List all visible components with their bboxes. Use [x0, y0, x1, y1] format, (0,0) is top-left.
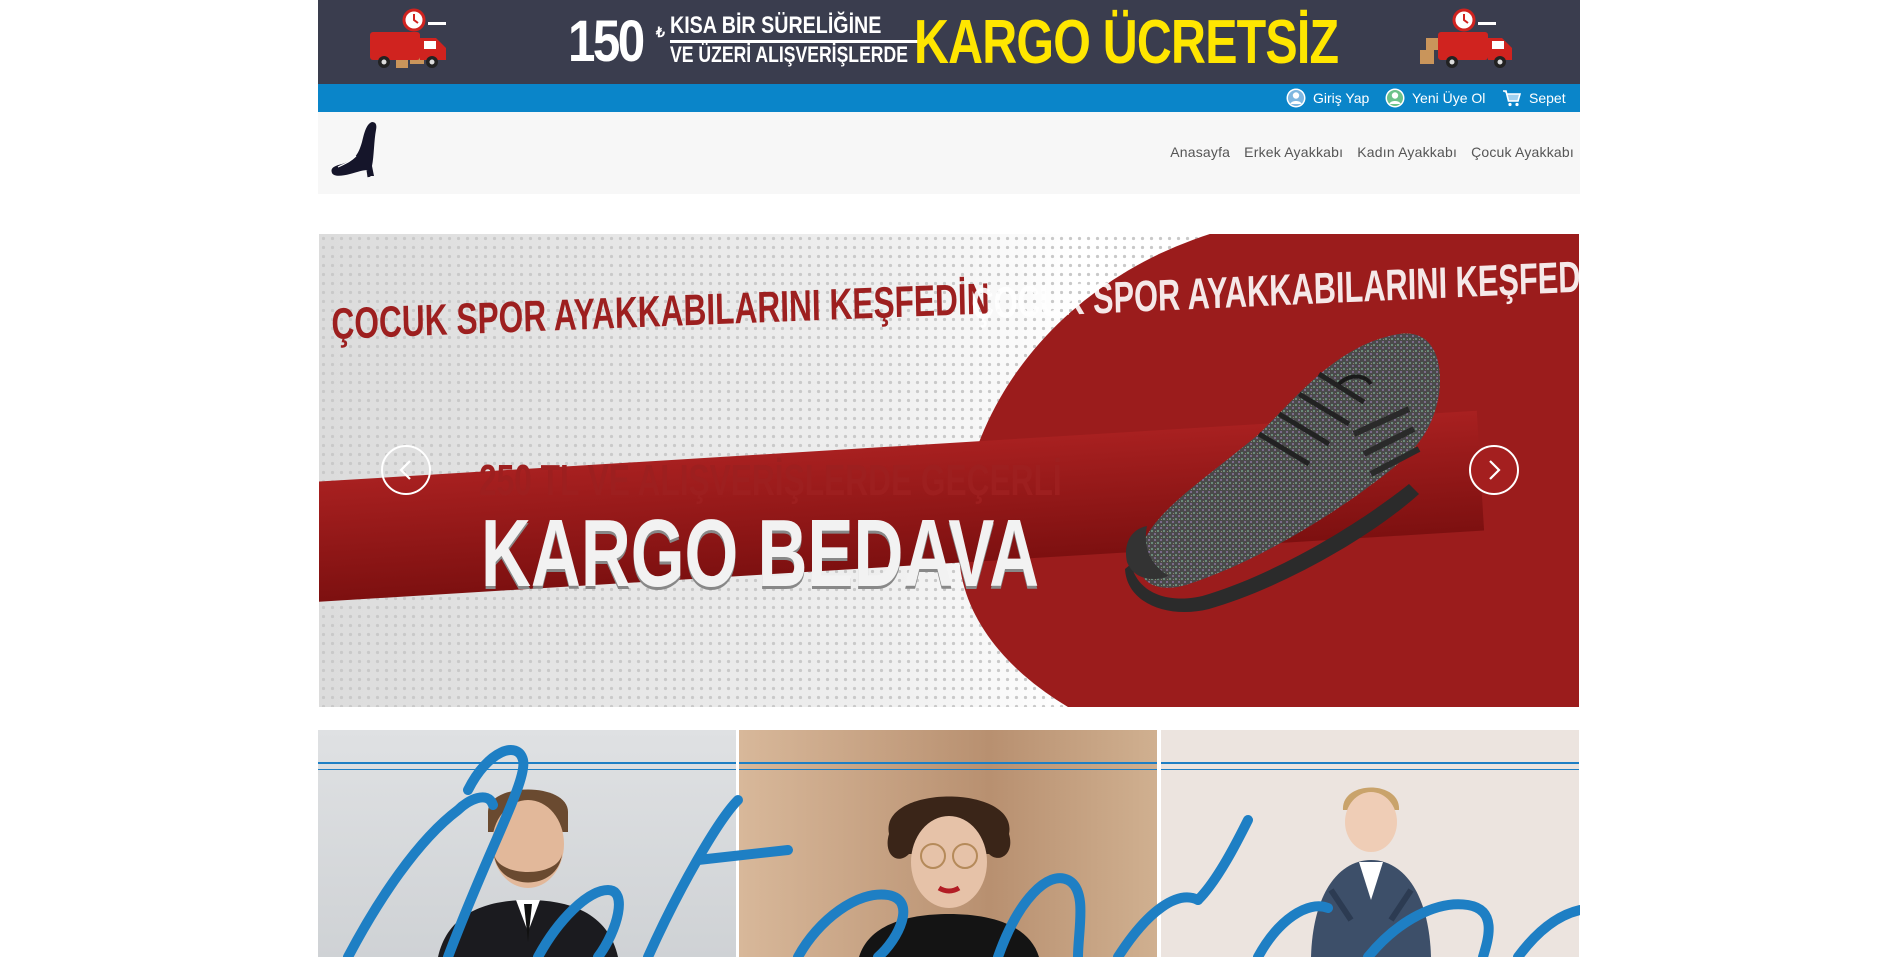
nav-home[interactable]: Anasayfa	[1170, 144, 1230, 160]
woman-photo	[859, 796, 1039, 957]
hero-subline: 250 TL VE ALIŞVERİŞLERDE GEÇERLİ	[479, 456, 1062, 505]
register-link[interactable]: Yeni Üye Ol	[1385, 88, 1485, 108]
promo-line1: KISA BİR SÜRELİĞİNE	[670, 12, 882, 39]
user-add-icon	[1385, 88, 1405, 108]
category-tile-kids[interactable]	[1161, 730, 1579, 957]
delivery-truck-icon	[370, 8, 446, 68]
login-label: Giriş Yap	[1313, 90, 1370, 106]
man-photo	[438, 789, 618, 957]
slider-prev-button[interactable]	[381, 445, 431, 495]
promo-line2: VE ÜZERİ ALIŞVERİŞLERDE	[670, 42, 908, 67]
boy-photo	[1311, 787, 1431, 957]
chevron-right-icon	[1489, 460, 1501, 480]
promo-banner[interactable]: 150 ₺ KISA BİR SÜRELİĞİNE VE ÜZERİ ALIŞV…	[318, 0, 1580, 84]
user-icon	[1286, 88, 1306, 108]
cart-label: Sepet	[1529, 90, 1566, 106]
nav-kids-shoes[interactable]: Çocuk Ayakkabı	[1471, 144, 1574, 160]
promo-currency: ₺	[656, 24, 665, 40]
category-tile-women[interactable]	[739, 730, 1157, 957]
site-header: Anasayfa Erkek Ayakkabı Kadın Ayakkabı Ç…	[318, 112, 1580, 194]
cart-link[interactable]: Sepet	[1502, 88, 1566, 108]
hero-headline: ÇOCUK SPOR AYAKKABILARINI KEŞFEDİN	[331, 274, 991, 349]
promo-amount: 150	[568, 9, 645, 74]
tile-stripes	[1161, 762, 1579, 770]
category-tile-men[interactable]	[318, 730, 736, 957]
delivery-truck-icon	[1420, 8, 1512, 68]
hero-big-text: KARGO BEDAVA	[481, 500, 1040, 607]
tile-stripes	[739, 762, 1157, 770]
sneaker-image	[1125, 333, 1440, 613]
high-heel-logo[interactable]	[328, 120, 384, 178]
hero-slider[interactable]: ÇOCUK SPOR AYAKKABILARINI KEŞFEDİN ÇOCUK…	[319, 234, 1579, 707]
slider-next-button[interactable]	[1469, 445, 1519, 495]
tile-stripes	[318, 762, 736, 770]
nav-women-shoes[interactable]: Kadın Ayakkabı	[1357, 144, 1457, 160]
register-label: Yeni Üye Ol	[1412, 90, 1486, 106]
nav-men-shoes[interactable]: Erkek Ayakkabı	[1244, 144, 1343, 160]
category-tiles	[318, 730, 1580, 957]
main-nav: Anasayfa Erkek Ayakkabı Kadın Ayakkabı Ç…	[1156, 144, 1574, 160]
promo-highlight: KARGO ÜCRETSİZ	[914, 8, 1339, 77]
chevron-left-icon	[399, 460, 411, 480]
cart-icon	[1503, 90, 1522, 107]
login-link[interactable]: Giriş Yap	[1286, 88, 1369, 108]
account-bar: Giriş Yap Yeni Üye Ol Sepet	[318, 84, 1580, 112]
